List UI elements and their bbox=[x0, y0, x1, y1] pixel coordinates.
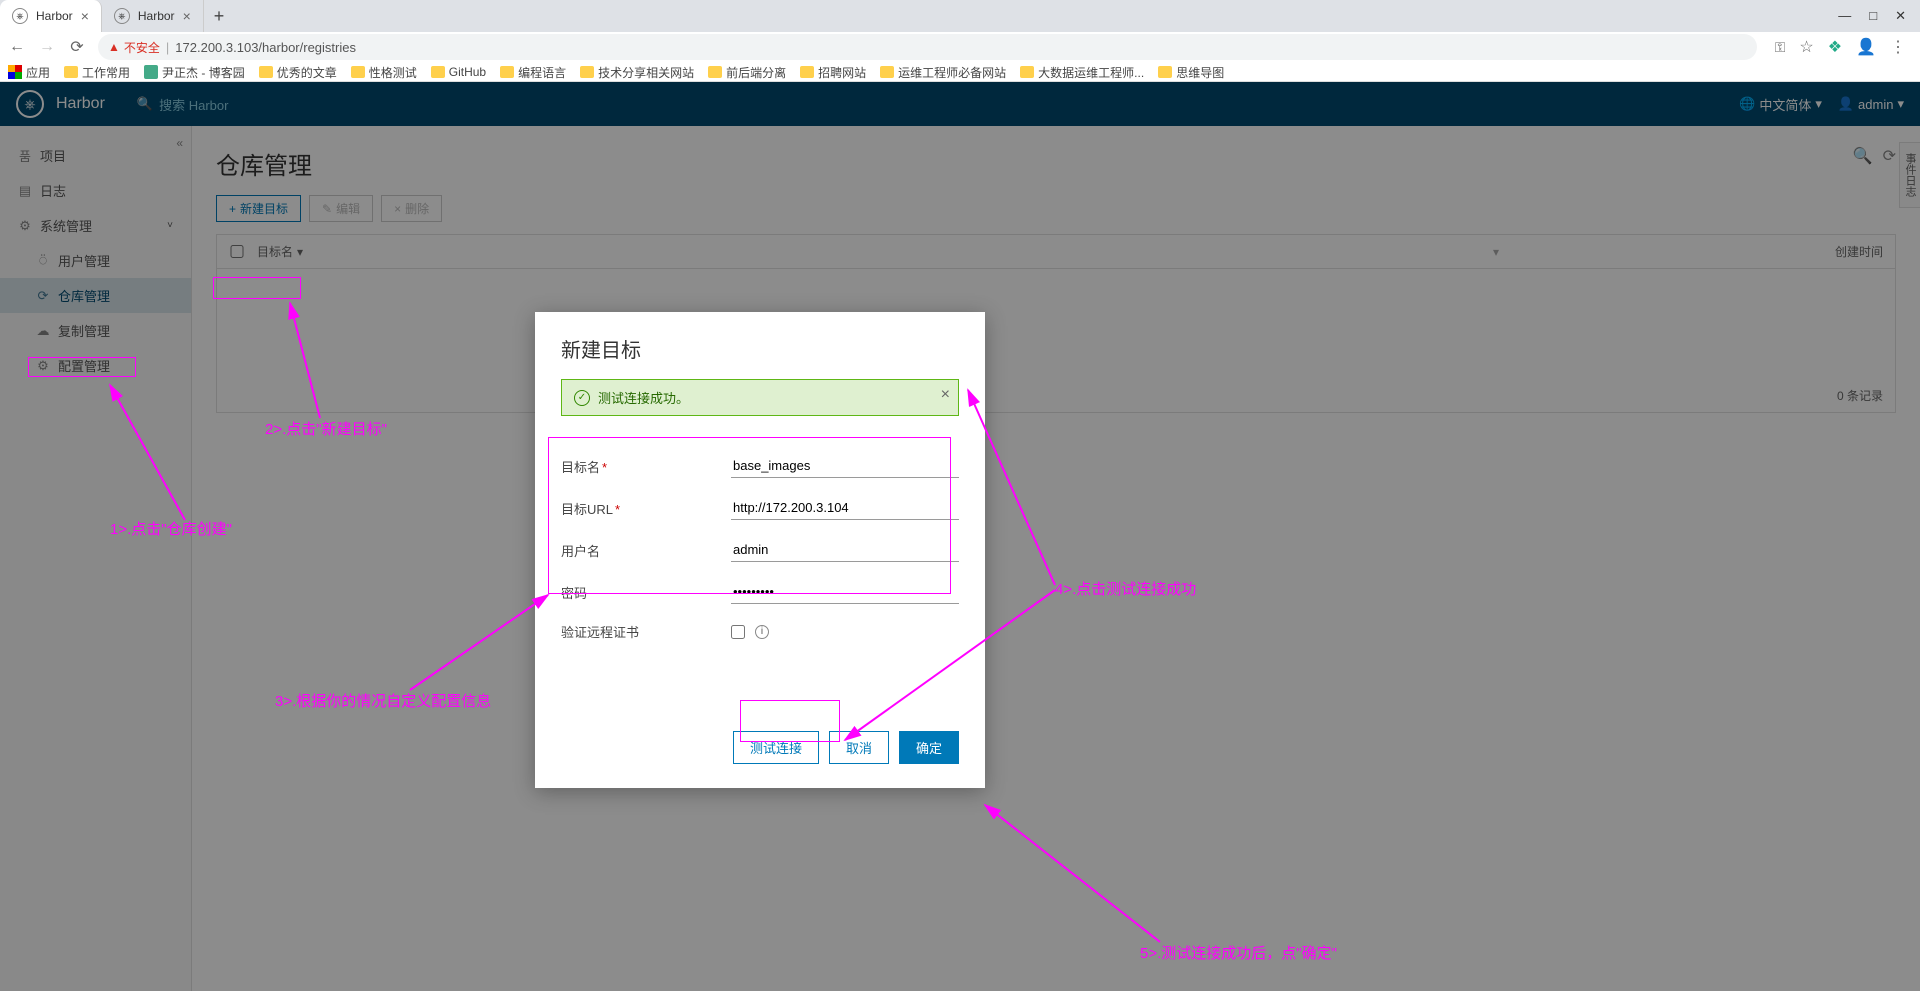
confirm-button[interactable]: 确定 bbox=[899, 731, 959, 764]
folder-icon bbox=[1158, 66, 1172, 78]
folder-icon bbox=[580, 66, 594, 78]
browser-chrome: ⎈ Harbor × ⎈ Harbor × + — □ ✕ ← → ⟳ ▲ 不安… bbox=[0, 0, 1920, 82]
bookmark-bar: 应用 工作常用 尹正杰 - 博客园 优秀的文章 性格测试 GitHub 编程语言… bbox=[0, 62, 1920, 82]
apps-icon bbox=[8, 65, 22, 79]
annotation-text-2: 2>.点击"新建目标" bbox=[265, 418, 387, 439]
minimize-button[interactable]: — bbox=[1838, 8, 1851, 24]
folder-icon bbox=[880, 66, 894, 78]
username-input[interactable] bbox=[731, 538, 959, 562]
password-input[interactable] bbox=[731, 580, 959, 604]
annotation-text-5: 5>.测试连接成功后，点"确定" bbox=[1140, 942, 1337, 963]
profile-icon[interactable]: 👤 bbox=[1856, 37, 1876, 57]
insecure-badge: ▲ 不安全 bbox=[108, 39, 160, 56]
bookmark-item[interactable]: 思维导图 bbox=[1158, 64, 1224, 81]
target-name-input[interactable] bbox=[731, 454, 959, 478]
bookmark-item[interactable]: 工作常用 bbox=[64, 64, 130, 81]
window-close-button[interactable]: ✕ bbox=[1895, 8, 1906, 24]
folder-icon bbox=[259, 66, 273, 78]
test-connection-button[interactable]: 测试连接 bbox=[733, 731, 819, 764]
check-circle-icon: ✓ bbox=[574, 390, 590, 406]
bookmark-item[interactable]: 优秀的文章 bbox=[259, 64, 337, 81]
forward-button[interactable]: → bbox=[38, 38, 56, 56]
label-target-url: 目标URL* bbox=[561, 499, 731, 518]
back-button[interactable]: ← bbox=[8, 38, 26, 56]
browser-tab-1[interactable]: ⎈ Harbor × bbox=[0, 0, 102, 32]
bookmark-item[interactable]: 大数据运维工程师... bbox=[1020, 64, 1144, 81]
tab-strip: ⎈ Harbor × ⎈ Harbor × + — □ ✕ bbox=[0, 0, 1920, 32]
bookmark-item[interactable]: 运维工程师必备网站 bbox=[880, 64, 1006, 81]
close-icon[interactable]: × bbox=[81, 8, 89, 24]
browser-tab-2[interactable]: ⎈ Harbor × bbox=[102, 0, 204, 32]
window-controls: — □ ✕ bbox=[1838, 8, 1920, 24]
verify-cert-checkbox[interactable] bbox=[731, 625, 745, 639]
extension-icon[interactable]: ❖ bbox=[1828, 37, 1842, 57]
success-alert: ✓ 测试连接成功。 × bbox=[561, 379, 959, 416]
info-icon[interactable]: i bbox=[755, 625, 769, 639]
target-url-input[interactable] bbox=[731, 496, 959, 520]
star-icon[interactable]: ☆ bbox=[1799, 37, 1813, 57]
label-password: 密码 bbox=[561, 583, 731, 602]
bookmark-item[interactable]: GitHub bbox=[431, 65, 486, 79]
site-icon bbox=[144, 65, 158, 79]
url-box[interactable]: ▲ 不安全 | 172.200.3.103/harbor/registries bbox=[98, 34, 1757, 60]
alert-close-button[interactable]: × bbox=[941, 386, 950, 404]
favicon-icon: ⎈ bbox=[12, 8, 28, 24]
new-tab-button[interactable]: + bbox=[204, 6, 235, 27]
tab-title: Harbor bbox=[36, 9, 73, 23]
folder-icon bbox=[800, 66, 814, 78]
bookmark-item[interactable]: 招聘网站 bbox=[800, 64, 866, 81]
annotation-text-1: 1>.点击"仓库创建" bbox=[110, 518, 232, 539]
reload-button[interactable]: ⟳ bbox=[68, 37, 86, 57]
annotation-text-3: 3>.根据你的情况自定义配置信息 bbox=[275, 690, 491, 711]
bookmark-item[interactable]: 尹正杰 - 博客园 bbox=[144, 64, 245, 81]
new-target-modal: 新建目标 ✓ 测试连接成功。 × 目标名* 目标URL* 用户名 密码 验证远程… bbox=[535, 312, 985, 788]
folder-icon bbox=[500, 66, 514, 78]
label-verify-cert: 验证远程证书 bbox=[561, 622, 731, 641]
folder-icon bbox=[708, 66, 722, 78]
folder-icon bbox=[431, 66, 445, 78]
url-sep: | bbox=[166, 40, 169, 55]
key-icon[interactable]: ⚿ bbox=[1775, 39, 1786, 56]
folder-icon bbox=[64, 66, 78, 78]
close-icon[interactable]: × bbox=[183, 8, 191, 24]
favicon-icon: ⎈ bbox=[114, 8, 130, 24]
folder-icon bbox=[351, 66, 365, 78]
cancel-button[interactable]: 取消 bbox=[829, 731, 889, 764]
bookmark-item[interactable]: 性格测试 bbox=[351, 64, 417, 81]
tab-title: Harbor bbox=[138, 9, 175, 23]
bookmark-item[interactable]: 编程语言 bbox=[500, 64, 566, 81]
modal-title: 新建目标 bbox=[561, 334, 959, 363]
menu-icon[interactable]: ⋮ bbox=[1890, 37, 1906, 57]
maximize-button[interactable]: □ bbox=[1869, 8, 1877, 24]
address-icons: ⚿ ☆ ❖ 👤 ⋮ bbox=[1769, 37, 1912, 57]
alert-text: 测试连接成功。 bbox=[598, 388, 689, 407]
label-target-name: 目标名* bbox=[561, 457, 731, 476]
apps-button[interactable]: 应用 bbox=[8, 64, 50, 81]
folder-icon bbox=[1020, 66, 1034, 78]
label-username: 用户名 bbox=[561, 541, 731, 560]
bookmark-item[interactable]: 前后端分离 bbox=[708, 64, 786, 81]
annotation-text-4: 4>.点击测试连接成功 bbox=[1055, 578, 1196, 599]
address-bar: ← → ⟳ ▲ 不安全 | 172.200.3.103/harbor/regis… bbox=[0, 32, 1920, 62]
url-text: 172.200.3.103/harbor/registries bbox=[175, 40, 356, 55]
bookmark-item[interactable]: 技术分享相关网站 bbox=[580, 64, 694, 81]
